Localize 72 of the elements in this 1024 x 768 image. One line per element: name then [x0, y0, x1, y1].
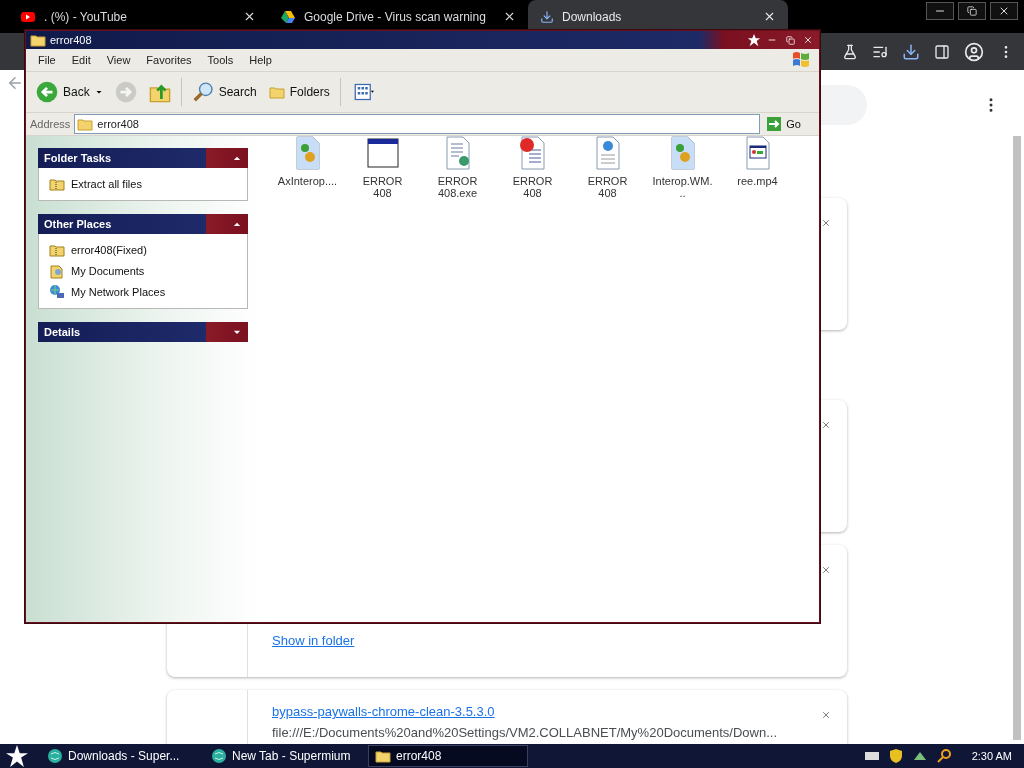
browser-tab[interactable]: . (%) - YouTube [8, 0, 268, 33]
panel-header[interactable]: Other Places [38, 214, 248, 234]
file-name[interactable]: ree.mp4 [727, 175, 788, 187]
back-button[interactable]: Back [32, 79, 107, 105]
menu-item[interactable]: File [30, 54, 64, 66]
search-icon [191, 81, 214, 103]
file-path: file:///E:/Documents%20and%20Settings/VM2.COLLABNET/My%20Documents/Down... [272, 725, 779, 740]
file-name[interactable]: ERROR 408.exe [427, 175, 488, 199]
zip-folder-icon [49, 242, 65, 258]
go-button[interactable]: Go [764, 116, 815, 132]
back-icon [36, 81, 58, 103]
menu-item[interactable]: Tools [199, 54, 242, 66]
address-label: Address [30, 118, 71, 130]
search-button[interactable]: Search [187, 79, 261, 105]
taskbar-button[interactable]: Downloads - Super... [40, 745, 200, 767]
download-icon [540, 9, 554, 24]
file-name[interactable]: Interop.WM... [652, 175, 713, 199]
menu-item[interactable]: View [98, 54, 139, 66]
menu-item[interactable]: Help [241, 54, 280, 66]
folders-button[interactable]: Folders [264, 82, 334, 102]
address-field[interactable]: error408 [74, 114, 761, 134]
flask-icon[interactable] [842, 43, 858, 60]
window-title: error408 [50, 34, 93, 46]
panel-title: Other Places [44, 218, 113, 230]
download-link[interactable]: bypass-paywalls-chrome-clean-3.5.3.0 [272, 704, 823, 719]
taskbar-button[interactable]: New Tab - Supermium [204, 745, 364, 767]
folder-icon [77, 116, 94, 132]
file-name[interactable]: ERROR 408 [577, 175, 638, 199]
shield-icon [887, 748, 904, 764]
folder-icon [375, 748, 391, 764]
close-icon[interactable] [990, 2, 1018, 20]
menu-item[interactable]: Edit [63, 54, 99, 66]
caret-icon [94, 88, 103, 96]
restore-icon[interactable] [958, 2, 986, 20]
close-icon[interactable] [763, 10, 776, 23]
forward-icon [114, 81, 137, 103]
app-window-icon [366, 136, 399, 170]
zip-folder-icon [49, 176, 65, 192]
file-name[interactable]: AxInterop.... [277, 175, 338, 187]
close-icon[interactable] [503, 10, 516, 23]
windows-logo-icon [791, 51, 811, 69]
magnifier-icon [935, 748, 952, 764]
minimize-icon[interactable] [926, 2, 954, 20]
globe-computer-icon [49, 284, 65, 300]
download-link[interactable]: Show in folder [272, 633, 823, 648]
close-icon[interactable] [243, 10, 256, 23]
file-name[interactable]: ERROR 408 [352, 175, 413, 199]
task-link[interactable]: My Documents [49, 263, 237, 279]
folders-icon [268, 84, 285, 100]
clock: 2:30 AM [971, 750, 1012, 762]
search-field[interactable] [821, 85, 867, 125]
profile-icon[interactable] [964, 41, 984, 62]
taskbar-button[interactable]: error408 [368, 745, 528, 767]
star-icon [747, 33, 761, 47]
globe-icon [47, 748, 63, 764]
side-panel-icon[interactable] [934, 43, 950, 60]
start-star-icon[interactable] [6, 745, 28, 767]
download-icon[interactable] [902, 42, 920, 61]
panel-title: Details [44, 326, 82, 338]
maximize-icon[interactable] [783, 33, 797, 47]
triangle-icon [280, 8, 296, 25]
browser-tab[interactable]: Google Drive - Virus scan warning [268, 0, 528, 33]
task-link[interactable]: My Network Places [49, 284, 237, 300]
menu-item[interactable]: Favorites [138, 54, 200, 66]
documents-icon [49, 263, 65, 279]
panel-header[interactable]: Details [38, 322, 248, 342]
file-name[interactable]: ERROR 408 [502, 175, 563, 199]
globe-icon [211, 748, 227, 764]
task-link[interactable]: error408(Fixed) [49, 242, 237, 258]
panel-header[interactable]: Folder Tasks [38, 148, 248, 168]
scrollbar[interactable] [1013, 136, 1021, 740]
panel-title: Folder Tasks [44, 152, 113, 164]
